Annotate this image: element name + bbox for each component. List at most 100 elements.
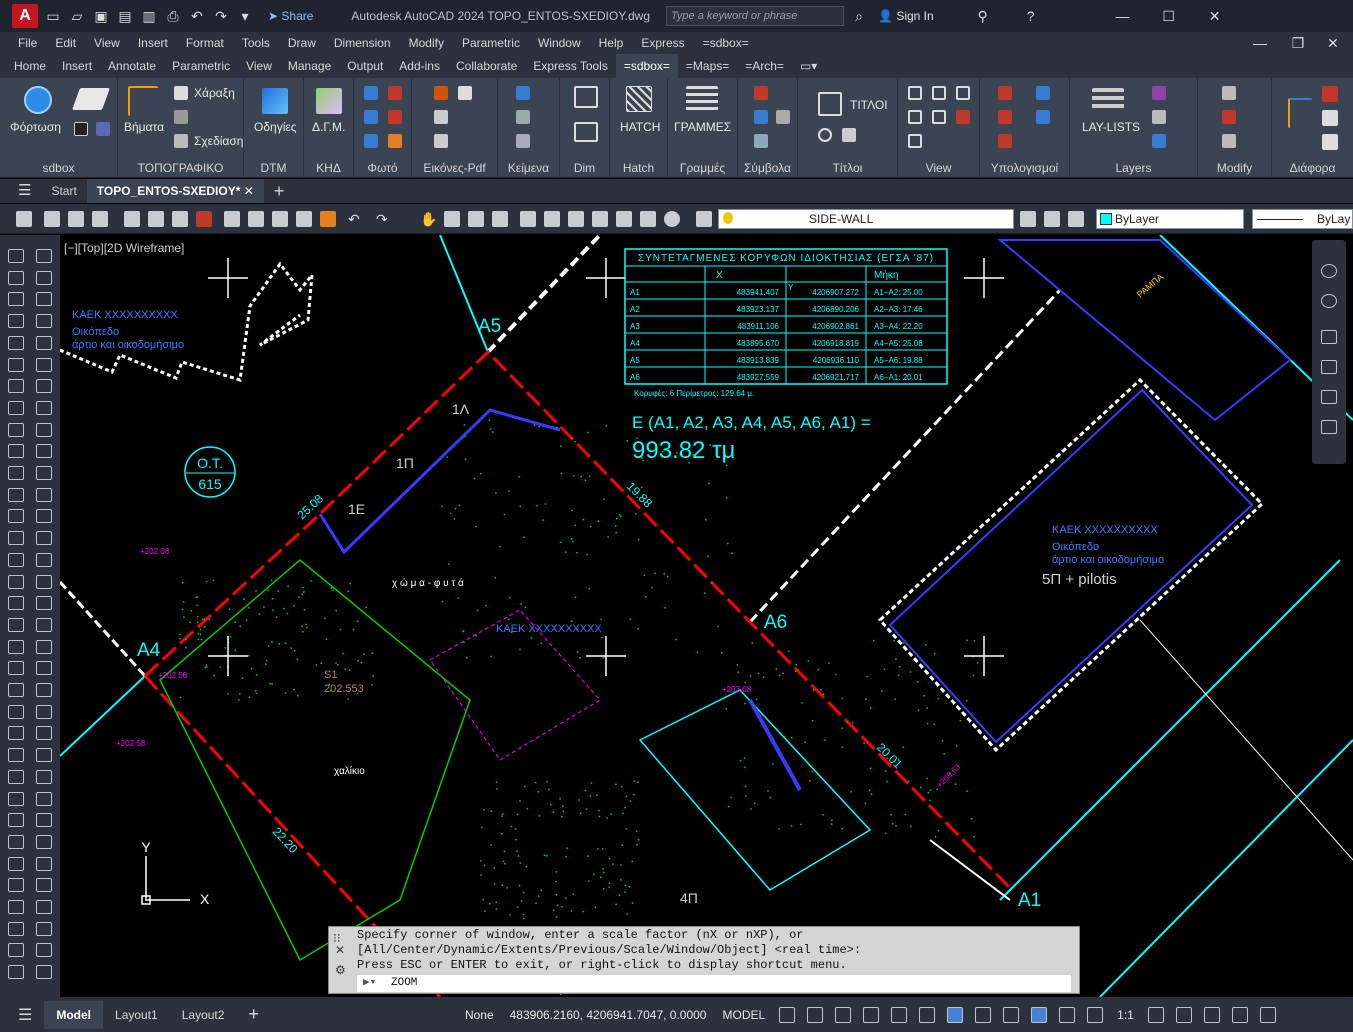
modify-icon-1[interactable] <box>1222 86 1236 100</box>
field-tool-icon[interactable] <box>8 878 24 893</box>
move-tool-icon[interactable] <box>36 357 52 372</box>
pdf-icon-2[interactable] <box>434 134 448 148</box>
hatch-tool-tool-icon[interactable] <box>8 422 24 437</box>
tb-new-icon[interactable] <box>44 211 60 227</box>
freeze-tool-icon[interactable] <box>36 856 52 871</box>
markup-icon[interactable] <box>616 211 632 227</box>
group-tool-icon[interactable] <box>36 769 52 784</box>
viewport-icon-6[interactable] <box>956 110 970 124</box>
redo-icon[interactable]: ↷ <box>212 7 230 25</box>
status-menu-icon[interactable]: ☰ <box>0 1005 44 1025</box>
viewport-icon-7[interactable] <box>908 134 922 148</box>
symbol-icon-2[interactable] <box>754 110 768 124</box>
command-prompt-icon[interactable]: ▶▾ <box>363 975 376 992</box>
draw-label[interactable]: Σχεδίαση <box>194 134 243 148</box>
photo-icon-3[interactable] <box>364 110 378 124</box>
draw-icon[interactable] <box>174 134 188 148</box>
image-icon-1[interactable] <box>434 86 448 100</box>
grid-display-icon[interactable] <box>779 1006 796 1023</box>
dim-icon-1[interactable] <box>574 86 598 108</box>
menu-help[interactable]: Help <box>590 36 633 50</box>
ungroup-tool-icon[interactable] <box>36 791 52 806</box>
menu-tools[interactable]: Tools <box>233 36 279 50</box>
rotate-tool-icon[interactable] <box>36 379 52 394</box>
panel-title-khd[interactable]: ΚΗΔ <box>304 161 353 175</box>
tab-addins[interactable]: Add-ins <box>391 54 448 78</box>
app-icon[interactable] <box>16 211 32 227</box>
layer-icon-2[interactable] <box>1152 110 1166 124</box>
doc-restore-button[interactable]: ❐ <box>1283 35 1313 52</box>
nav-orbit-icon[interactable] <box>1321 390 1337 404</box>
doc-close-button[interactable]: ✕ <box>1313 35 1353 52</box>
scale-tool-icon[interactable] <box>36 400 52 415</box>
donut-tool-icon[interactable] <box>8 683 24 697</box>
zoom-previous-icon[interactable] <box>492 211 508 227</box>
properties-icon[interactable] <box>520 211 536 227</box>
symbol-icon-4[interactable] <box>754 134 768 148</box>
nav-showmotion-icon[interactable] <box>1321 420 1337 434</box>
minimize-button[interactable]: — <box>1100 8 1146 24</box>
close-tab-icon[interactable]: ✕ <box>244 184 254 198</box>
table2-tool-icon[interactable] <box>8 856 24 871</box>
pan-icon[interactable]: ✋ <box>420 211 437 227</box>
selection-cycling-icon[interactable] <box>1031 1006 1048 1023</box>
object-snap-tracking-icon[interactable] <box>919 1006 936 1023</box>
revcloud-tool-icon[interactable] <box>8 639 24 654</box>
calc-icon-2[interactable] <box>1036 86 1050 100</box>
make-current-icon[interactable] <box>1020 211 1036 227</box>
dgm-icon[interactable] <box>316 88 342 114</box>
copy-tool-icon[interactable] <box>36 270 52 285</box>
calc-icon-4[interactable] <box>1036 110 1050 124</box>
panel-title-modify[interactable]: Modify <box>1198 161 1271 175</box>
fillet-tool-icon[interactable] <box>36 552 52 567</box>
viewport-icon-3[interactable] <box>956 86 970 100</box>
settings-icon[interactable] <box>96 122 110 136</box>
extend-tool-icon[interactable] <box>36 466 52 480</box>
tb-help-icon[interactable] <box>664 211 680 227</box>
panel-title-diafora[interactable]: Διάφορα <box>1272 161 1353 175</box>
tb-match-icon[interactable] <box>296 211 312 227</box>
lock-tool-icon[interactable] <box>36 878 52 893</box>
load-icon[interactable] <box>24 86 52 114</box>
tb-cut-icon[interactable] <box>224 211 240 227</box>
symbol-icon-3[interactable] <box>776 110 790 124</box>
tool-palette-icon[interactable] <box>568 211 584 227</box>
qat-dropdown-icon[interactable]: ▾ <box>236 7 254 25</box>
modify-icon-2[interactable] <box>1222 110 1236 124</box>
isolate-objects-icon[interactable] <box>1203 1006 1220 1023</box>
sphere-tool-icon[interactable] <box>8 965 24 980</box>
guide-label[interactable]: Οδηγίες <box>254 120 297 134</box>
spline-tool-icon[interactable] <box>8 400 24 415</box>
cube-tool-icon[interactable] <box>8 921 24 936</box>
dim-icon-2[interactable] <box>574 122 598 142</box>
zoom-window-icon[interactable] <box>468 211 484 227</box>
menu-draw[interactable]: Draw <box>279 36 325 50</box>
mtext-tool-icon[interactable] <box>8 704 24 719</box>
erase-tool-icon[interactable] <box>36 249 52 263</box>
polar-icon[interactable] <box>863 1006 880 1023</box>
tb-copy-icon[interactable] <box>248 211 264 227</box>
panel-title-symvola[interactable]: Σύμβολα <box>738 161 797 175</box>
viewport-icon-4[interactable] <box>908 110 922 124</box>
viewport-icon-5[interactable] <box>932 110 946 124</box>
tab-maps[interactable]: =Maps= <box>678 54 737 78</box>
calc-icon-3[interactable] <box>998 110 1012 124</box>
text-icon-1[interactable] <box>516 86 530 100</box>
title-block-icon[interactable] <box>818 92 842 116</box>
tb-dwf-icon[interactable] <box>196 211 212 227</box>
nav-zoom-icon[interactable] <box>1321 360 1337 374</box>
maximize-button[interactable]: ☐ <box>1146 8 1192 25</box>
matchprop-tool-icon[interactable] <box>36 726 52 741</box>
panel-title-view[interactable]: View <box>898 161 979 175</box>
zoom-realtime-icon[interactable] <box>444 211 460 227</box>
panel-title-grammes[interactable]: Γραμμές <box>668 161 737 175</box>
chamfer-tool-icon[interactable] <box>36 531 52 546</box>
array-tool-icon[interactable] <box>8 726 24 741</box>
tab-manage[interactable]: Manage <box>280 54 339 78</box>
font-icon[interactable] <box>74 122 88 136</box>
stakeout-icon[interactable] <box>174 86 188 100</box>
autodesk-app-icon[interactable]: ⚲ <box>974 7 992 25</box>
menu-edit[interactable]: Edit <box>46 36 85 50</box>
boundary-tool-icon[interactable] <box>8 552 24 567</box>
model-space-button[interactable]: MODEL <box>714 1008 773 1022</box>
